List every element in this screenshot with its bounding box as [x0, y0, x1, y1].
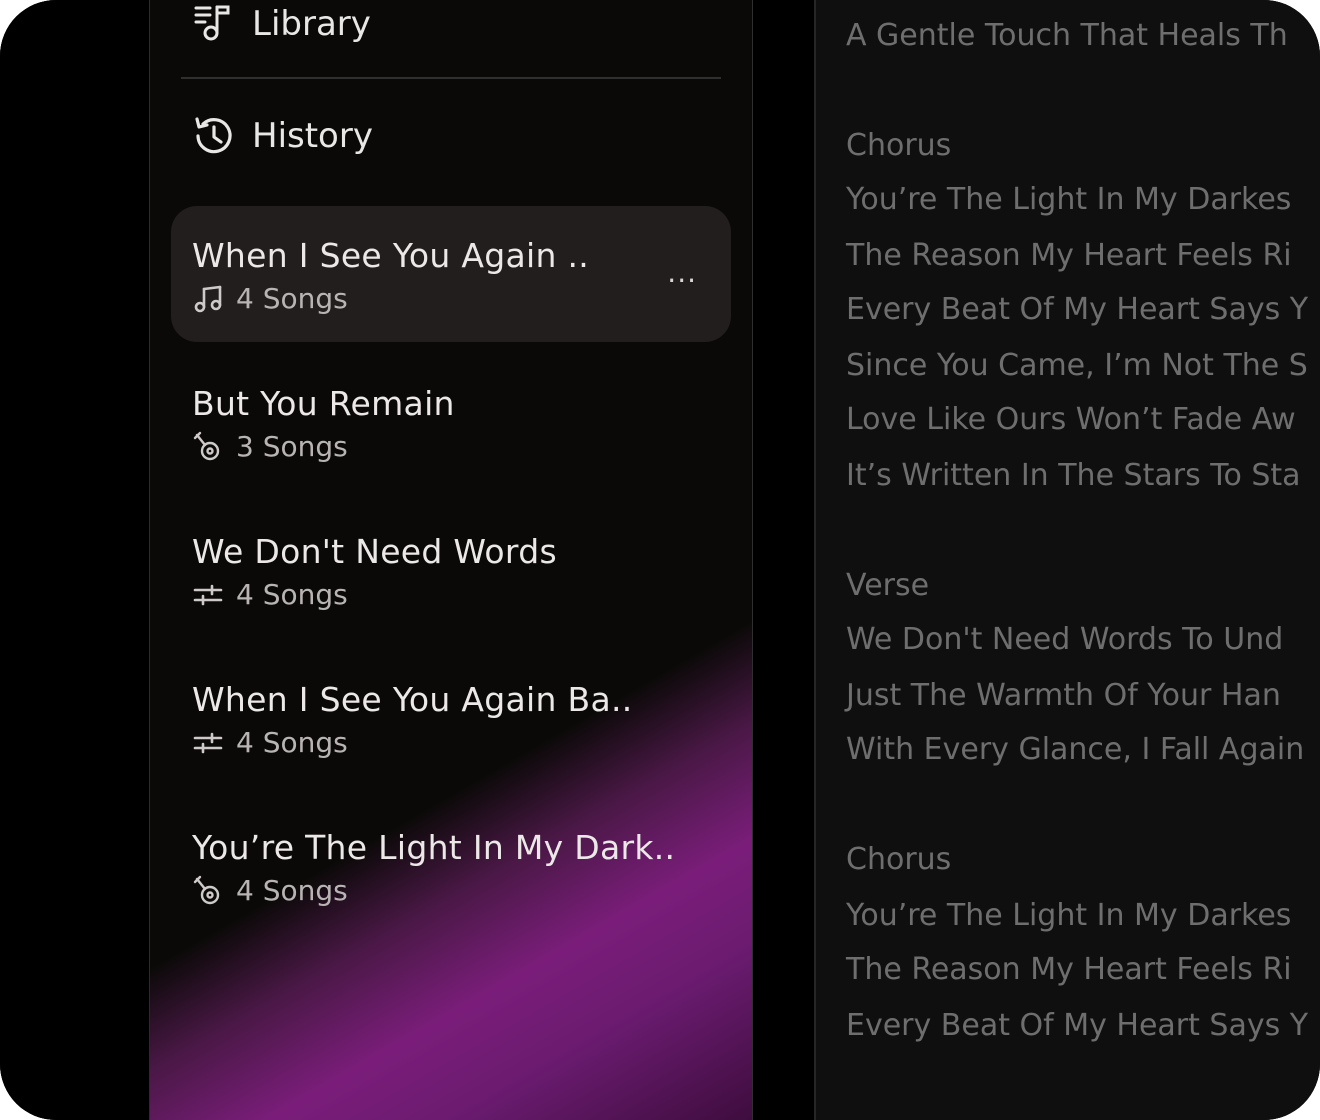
history-icon: [195, 117, 232, 154]
lyric-line: Every Beat Of My Heart Says Y: [846, 292, 1309, 327]
lyric-line: You’re The Light In My Darkes: [846, 898, 1292, 933]
playlist-meta: 4 Songs: [192, 726, 348, 759]
more-options-button[interactable]: ...: [667, 256, 697, 289]
lyric-line: It’s Written In The Stars To Sta: [846, 458, 1301, 493]
playlist-item[interactable]: When I See You Again .. 4 Songs ...: [171, 206, 731, 342]
nav-divider: [181, 77, 721, 79]
playlist-item[interactable]: You’re The Light In My Dark.. 4 Songs: [171, 798, 731, 934]
playlist-count: 4 Songs: [236, 726, 348, 759]
nav-history[interactable]: History: [192, 114, 373, 158]
lyric-line: Love Like Ours Won’t Fade Aw: [846, 402, 1296, 437]
lyrics-panel: A Gentle Touch That Heals Th Chorus You’…: [814, 0, 1320, 1120]
playlist-item[interactable]: When I See You Again Ba.. 4 Songs: [171, 650, 731, 786]
playlist-meta: 4 Songs: [192, 874, 348, 907]
nav-library[interactable]: Library: [192, 2, 371, 46]
sliders-icon: [193, 732, 223, 753]
playlist-meta: 3 Songs: [192, 430, 348, 463]
playlist-title: You’re The Light In My Dark..: [192, 828, 676, 867]
lyric-line: With Every Glance, I Fall Again: [846, 732, 1305, 767]
playlist-title: But You Remain: [192, 384, 455, 423]
lyric-line: You’re The Light In My Darkes: [846, 182, 1292, 217]
library-icon: [194, 5, 230, 41]
lyric-line: Every Beat Of My Heart Says Y: [846, 1008, 1309, 1043]
left-margin: [0, 0, 149, 1120]
lyric-line: Since You Came, I’m Not The S: [846, 348, 1308, 383]
panel-gap: [753, 0, 814, 1120]
playlist-count: 4 Songs: [236, 874, 348, 907]
playlist-title: When I See You Again ..: [192, 236, 590, 275]
playlist-item[interactable]: We Don't Need Words 4 Songs: [171, 502, 731, 638]
lyric-line: The Reason My Heart Feels Ri: [846, 952, 1292, 987]
sidebar: Library History When I See You Again ..: [149, 0, 754, 1120]
nav-library-label: Library: [252, 4, 371, 44]
guitar-icon: [193, 431, 220, 460]
lyric-line: A Gentle Touch That Heals Th: [846, 18, 1288, 53]
playlist-item[interactable]: But You Remain 3 Songs: [171, 354, 731, 490]
playlist-title: We Don't Need Words: [192, 532, 557, 571]
app-window: Library History When I See You Again ..: [0, 0, 1320, 1120]
music-note-icon: [194, 285, 222, 312]
lyric-line: We Don't Need Words To Und: [846, 622, 1284, 657]
playlist-count: 4 Songs: [236, 282, 348, 315]
playlist-count: 4 Songs: [236, 578, 348, 611]
lyric-line: The Reason My Heart Feels Ri: [846, 238, 1292, 273]
guitar-icon: [193, 875, 220, 904]
playlist-count: 3 Songs: [236, 430, 348, 463]
section-label: Chorus: [846, 842, 952, 877]
more-icon: ...: [667, 256, 697, 289]
sliders-icon: [193, 584, 223, 605]
playlist-meta: 4 Songs: [192, 282, 348, 315]
playlist-meta: 4 Songs: [192, 578, 348, 611]
section-label: Chorus: [846, 128, 952, 163]
playlist-title: When I See You Again Ba..: [192, 680, 633, 719]
nav-history-label: History: [252, 116, 373, 156]
lyric-line: Just The Warmth Of Your Han: [846, 678, 1281, 713]
section-label: Verse: [846, 568, 930, 603]
